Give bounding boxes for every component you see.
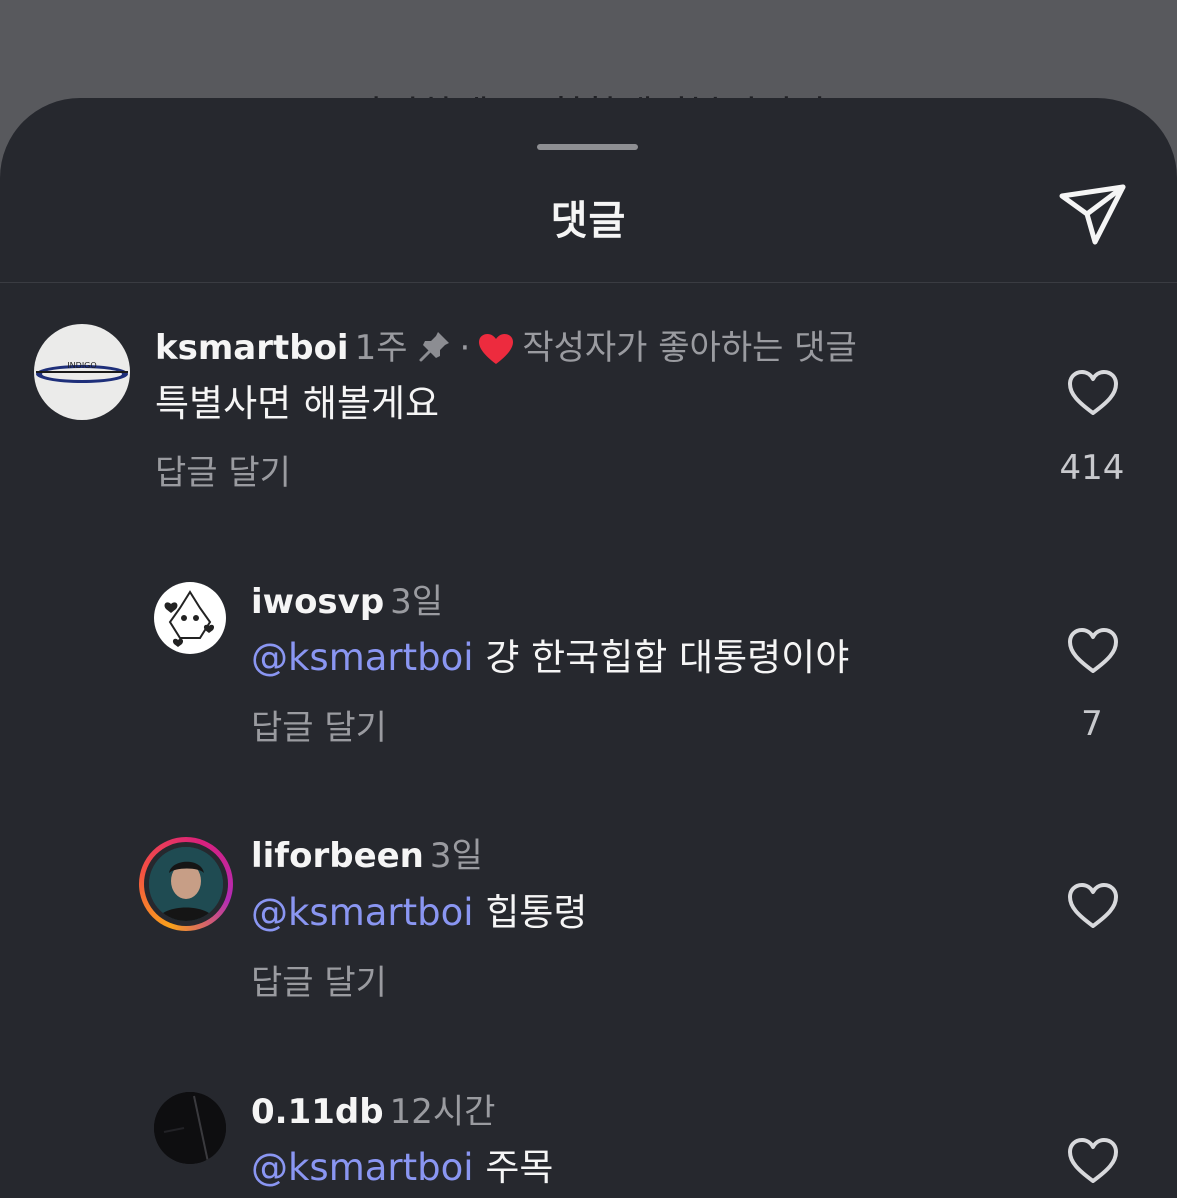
comment-time: 3일 xyxy=(390,582,444,622)
mention-link[interactable]: @ksmartboi xyxy=(251,1146,474,1189)
cartoon-character-icon xyxy=(164,590,215,647)
reply-button[interactable]: 답글 달기 xyxy=(251,708,387,748)
comment-time: 1주 xyxy=(354,328,408,368)
like-button[interactable] xyxy=(1066,368,1120,418)
header-divider xyxy=(0,282,1177,283)
comment-username[interactable]: ksmartboi xyxy=(155,328,349,368)
reply-button[interactable]: 답글 달기 xyxy=(155,453,291,493)
comment-text: 힙통령 xyxy=(485,891,588,934)
sheet-title: 댓글 xyxy=(550,198,627,244)
avatar[interactable] xyxy=(154,582,226,654)
avatar[interactable] xyxy=(154,1092,226,1164)
creator-liked-label: 작성자가 좋아하는 댓글 xyxy=(522,328,857,368)
like-button[interactable] xyxy=(1066,626,1120,676)
comment-text: 걍 한국힙합 대통령이야 xyxy=(485,636,850,679)
avatar-story-ring[interactable] xyxy=(139,837,233,931)
comment-body: @ksmartboi 힙통령 xyxy=(251,891,587,935)
dark-photo-icon xyxy=(154,1092,226,1164)
avatar[interactable]: INDIGO xyxy=(34,324,130,420)
pin-icon xyxy=(418,329,452,372)
comment-body: @ksmartboi 주목 xyxy=(251,1146,553,1190)
reply-button[interactable]: 답글 달기 xyxy=(251,963,387,1003)
avatar-logo-text: INDIGO xyxy=(67,361,96,370)
comment-username[interactable]: liforbeen xyxy=(251,836,424,876)
heart-outline-icon xyxy=(1068,628,1118,673)
like-button[interactable] xyxy=(1066,1136,1120,1186)
mention-link[interactable]: @ksmartboi xyxy=(251,636,474,679)
comment-text: 주목 xyxy=(485,1146,554,1189)
heart-outline-icon xyxy=(1068,883,1118,928)
comment-time: 12시간 xyxy=(389,1092,496,1132)
comment-body: @ksmartboi 걍 한국힙합 대통령이야 xyxy=(251,636,849,680)
heart-outline-icon xyxy=(1068,1138,1118,1183)
comment-username[interactable]: iwosvp xyxy=(251,582,384,622)
like-count: 414 xyxy=(1059,448,1125,488)
avatar xyxy=(144,842,228,926)
heart-outline-icon xyxy=(1068,370,1118,415)
mention-link[interactable]: @ksmartboi xyxy=(251,891,474,934)
share-button[interactable] xyxy=(1057,182,1129,248)
like-count: 7 xyxy=(1081,704,1103,744)
comment-username[interactable]: 0.11db xyxy=(251,1092,384,1132)
indigo-logo-icon: INDIGO xyxy=(36,361,128,383)
sheet-grabber[interactable] xyxy=(537,144,638,150)
comments-sheet: 댓글 INDIGO ksmartboi 1주 · 작성자가 좋아하는 댓글 특별사면 … xyxy=(0,98,1177,1198)
paper-plane-icon xyxy=(1059,184,1126,245)
person-photo-icon xyxy=(149,847,223,921)
comment-text: 특별사면 해볼게요 xyxy=(155,382,440,425)
comment-time: 3일 xyxy=(429,836,483,876)
creator-heart-icon xyxy=(478,333,514,374)
meta-separator: · xyxy=(459,328,471,368)
like-button[interactable] xyxy=(1066,881,1120,931)
